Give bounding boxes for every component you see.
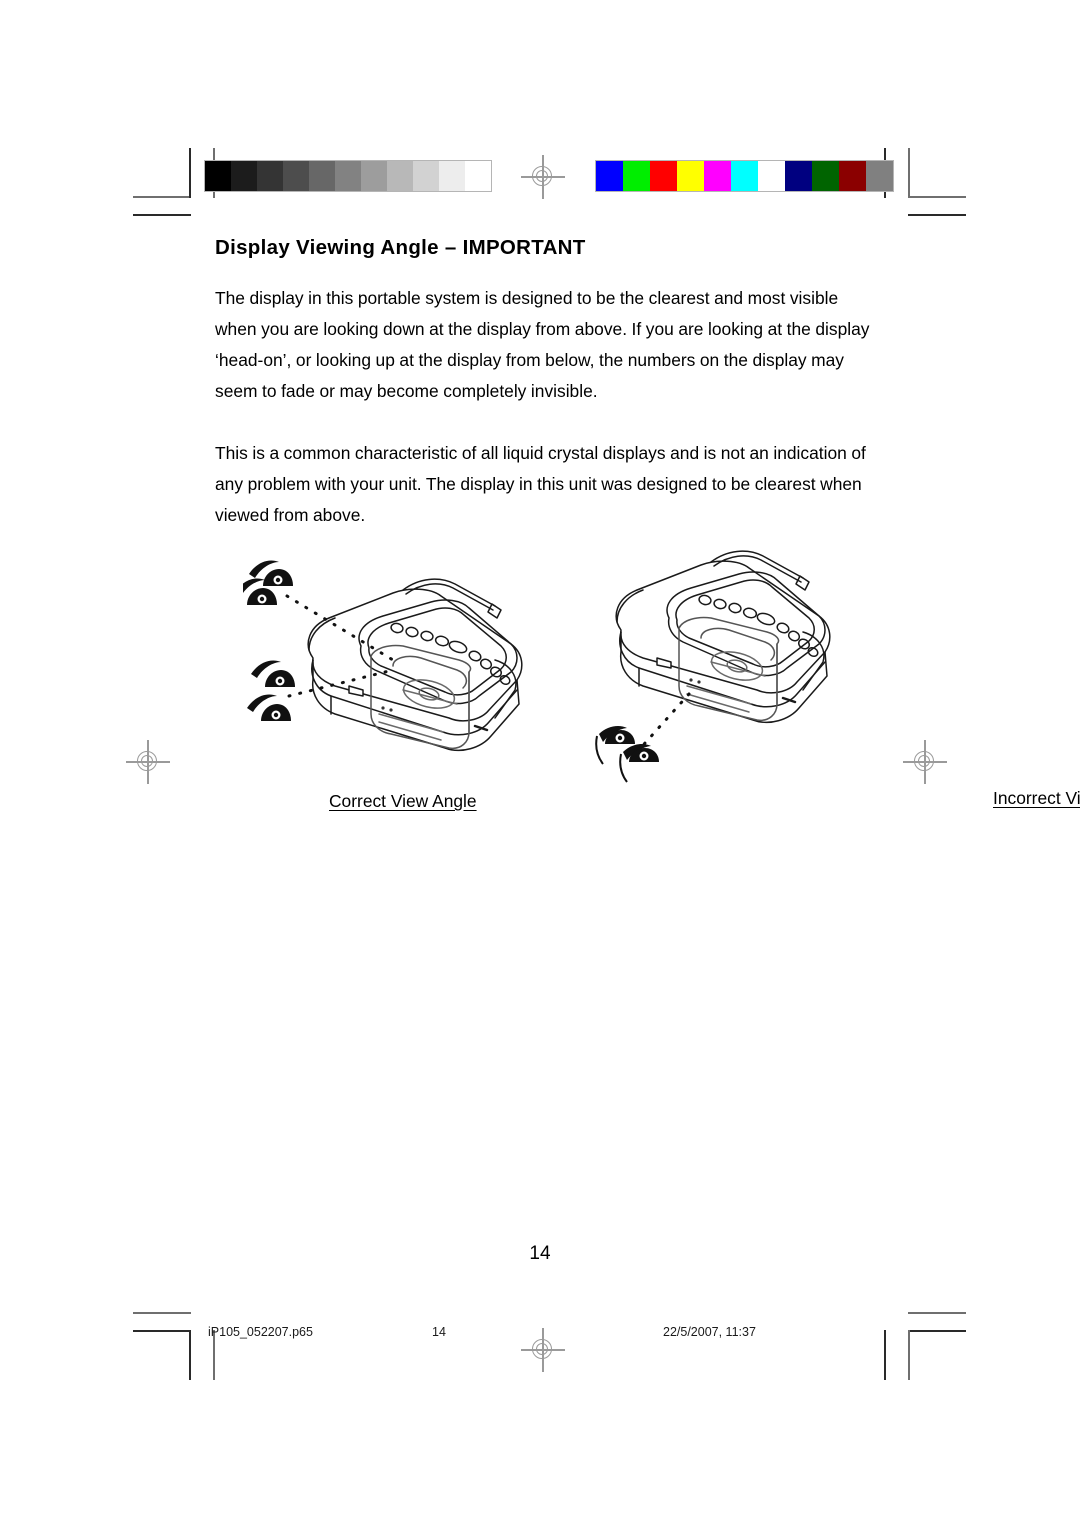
color-swatch-6 (758, 161, 785, 191)
boombox-illustration-correct (235, 560, 523, 752)
figure-group: Correct View Angle Incorrect Vi (215, 548, 1080, 838)
printed-page: Display Viewing Angle – IMPORTANT The di… (0, 0, 1080, 1528)
eye-icon-lower-right (247, 694, 291, 721)
color-swatch-1 (623, 161, 650, 191)
grayscale-swatch-9 (439, 161, 465, 191)
page-content: Display Viewing Angle – IMPORTANT The di… (215, 236, 880, 531)
footer-timestamp: 22/5/2007, 11:37 (663, 1325, 756, 1339)
grayscale-swatch-4 (309, 161, 335, 191)
page-number: 14 (529, 1243, 551, 1264)
body-paragraph-1: The display in this portable system is d… (215, 287, 870, 401)
footer-file-name: iP105_052207.p65 (208, 1325, 313, 1339)
grayscale-calibration-bar (204, 160, 492, 192)
color-swatch-4 (704, 161, 731, 191)
color-swatch-3 (677, 161, 704, 191)
crop-mark-top-left (133, 148, 215, 218)
page-title: Display Viewing Angle – IMPORTANT (215, 236, 586, 259)
color-calibration-bar (595, 160, 894, 192)
figure-correct-view-angle: Correct View Angle (235, 548, 543, 811)
grayscale-swatch-2 (257, 161, 283, 191)
grayscale-swatch-1 (231, 161, 257, 191)
eye-icon-below-right (619, 744, 659, 783)
grayscale-swatch-8 (413, 161, 439, 191)
grayscale-swatch-5 (335, 161, 361, 191)
color-swatch-10 (866, 161, 893, 191)
caption-correct-view-angle: Correct View Angle (329, 791, 477, 811)
color-swatch-2 (650, 161, 677, 191)
caption-incorrect-view-angle: Incorrect View Angle (993, 788, 1080, 808)
color-swatch-8 (812, 161, 839, 191)
print-footer: iP105_052207.p65 14 22/5/2007, 11:37 (0, 1325, 1080, 1349)
grayscale-swatch-10 (465, 161, 491, 191)
color-swatch-0 (596, 161, 623, 191)
grayscale-swatch-6 (361, 161, 387, 191)
grayscale-swatch-3 (283, 161, 309, 191)
footer-page-label: 14 (432, 1325, 446, 1339)
body-paragraph-2: This is a common characteristic of all l… (215, 442, 866, 525)
color-swatch-5 (731, 161, 758, 191)
sight-line-lower (287, 668, 395, 698)
registration-target-left (126, 740, 170, 784)
color-swatch-7 (785, 161, 812, 191)
grayscale-swatch-0 (205, 161, 231, 191)
sight-line-from-below (635, 692, 691, 754)
eye-icon-below-left (595, 726, 635, 765)
registration-target-top (521, 155, 565, 199)
color-swatch-9 (839, 161, 866, 191)
crop-mark-top-right (884, 148, 966, 218)
figure-incorrect-view-angle: Incorrect View Angle (593, 548, 1080, 808)
grayscale-swatch-7 (387, 161, 413, 191)
eye-icon-lower-left (251, 660, 295, 687)
boombox-illustration-incorrect (595, 550, 831, 783)
registration-target-right (903, 740, 947, 784)
